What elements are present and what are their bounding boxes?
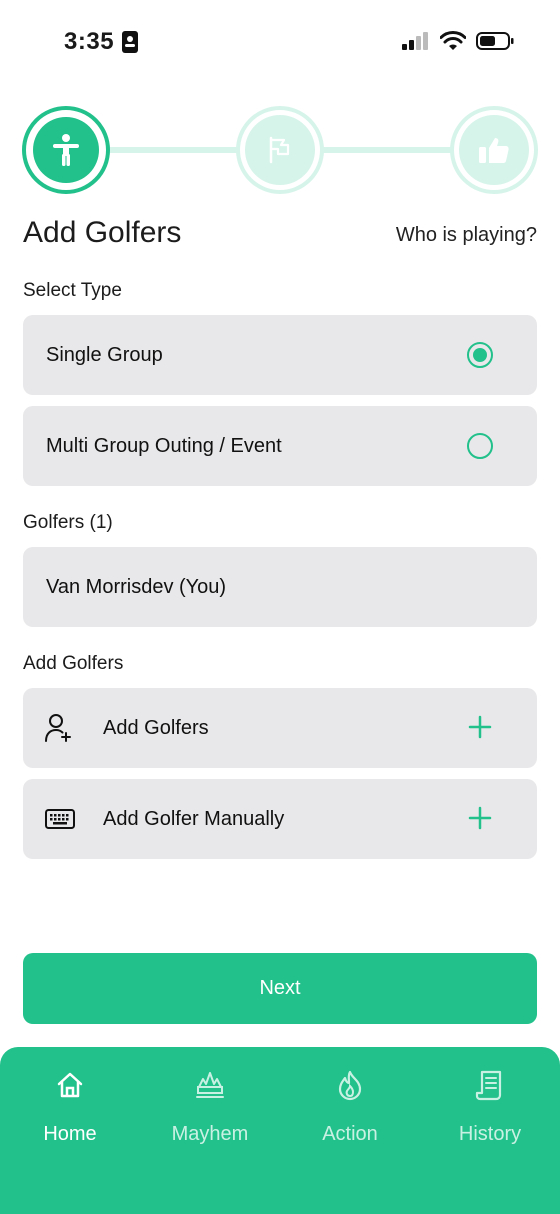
step-course[interactable] xyxy=(236,106,324,194)
flag-icon xyxy=(269,136,290,164)
option-multi-group[interactable]: Multi Group Outing / Event xyxy=(23,406,537,486)
add-golfers-button[interactable]: Add Golfers xyxy=(23,688,537,768)
status-bar: 3:35 xyxy=(0,0,560,86)
wifi-icon xyxy=(440,31,466,50)
tab-label: Home xyxy=(43,1123,97,1145)
person-icon xyxy=(53,134,79,166)
progress-stepper xyxy=(22,106,538,194)
plus-icon[interactable] xyxy=(467,805,493,831)
mayhem-icon xyxy=(194,1067,226,1103)
tab-home[interactable]: Home xyxy=(0,1065,140,1175)
step-add-golfers[interactable] xyxy=(22,106,110,194)
plus-icon[interactable] xyxy=(467,714,493,740)
status-time: 3:35 xyxy=(64,28,115,55)
add-golfers-text: Add Golfers xyxy=(103,716,209,739)
battery-icon xyxy=(476,32,514,50)
page-title: Add Golfers xyxy=(23,216,182,249)
step-confirm[interactable] xyxy=(450,106,538,194)
page-subtitle: Who is playing? xyxy=(395,224,537,246)
radio-selected-icon[interactable] xyxy=(467,342,493,368)
option-label: Multi Group Outing / Event xyxy=(46,434,282,457)
tab-label: History xyxy=(458,1123,522,1145)
add-golfer-manually-text: Add Golfer Manually xyxy=(103,807,285,830)
option-label: Single Group xyxy=(46,343,163,366)
radio-unselected-icon[interactable] xyxy=(467,433,493,459)
tab-bar: Home Mayhem Action History xyxy=(0,1047,560,1214)
tab-mayhem[interactable]: Mayhem xyxy=(140,1065,280,1175)
home-icon xyxy=(55,1067,85,1103)
tab-label: Action xyxy=(322,1123,378,1145)
receipt-icon xyxy=(475,1067,505,1103)
add-golfers-label: Add Golfers xyxy=(23,653,124,674)
stepper-line xyxy=(106,147,242,153)
golfer-row[interactable]: Van Morrisdev (You) xyxy=(23,547,537,627)
thumbs-up-icon xyxy=(479,138,509,163)
keyboard-icon xyxy=(45,809,103,829)
add-golfer-manually-button[interactable]: Add Golfer Manually xyxy=(23,779,537,859)
tab-label: Mayhem xyxy=(171,1123,249,1145)
golfer-name: Van Morrisdev (You) xyxy=(46,575,227,598)
option-single-group[interactable]: Single Group xyxy=(23,315,537,395)
tab-history[interactable]: History xyxy=(420,1065,560,1175)
stepper-line xyxy=(320,147,456,153)
tab-action[interactable]: Action xyxy=(280,1065,420,1175)
select-type-label: Select Type xyxy=(23,280,122,301)
add-user-icon xyxy=(45,713,103,743)
next-button[interactable]: Next xyxy=(23,953,537,1024)
golfers-label: Golfers (1) xyxy=(23,512,113,533)
signal-icon xyxy=(402,32,428,50)
id-card-icon xyxy=(122,31,138,58)
flame-icon xyxy=(335,1067,365,1103)
status-icons xyxy=(402,31,514,51)
